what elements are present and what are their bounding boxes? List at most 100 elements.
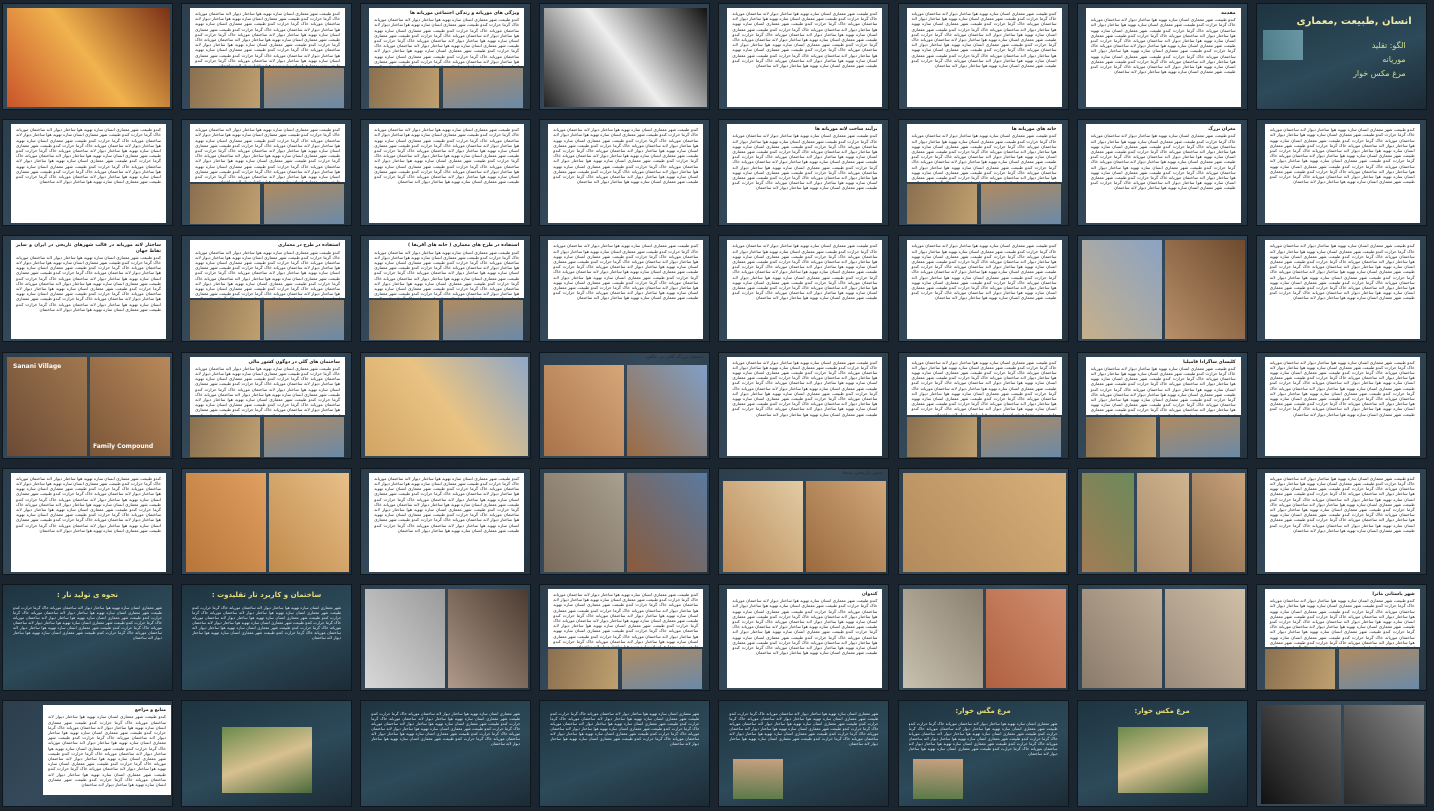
slide-thumbnail-52[interactable]: شهر معماری انسان سازه تهویه هوا ساختار د… [718, 700, 890, 808]
slide-thumbnail-40[interactable]: کندو طبیعت شهر معماری انسان سازه تهویه ه… [2, 467, 173, 575]
slide-thumbnail-45[interactable]: کندو طبیعت شهر معماری انسان سازه تهویه ه… [539, 584, 711, 691]
slide-sorter-grid: انسان ,طبیعت ,معماری الگو: تقلید موریانه مر… [0, 0, 1434, 811]
slide-thumbnail-28[interactable]: کندو طبیعت شهر معماری انسان سازه تهویه ه… [718, 351, 890, 459]
slide-thumbnail-12[interactable]: برآیند ساخت لانه موریانه ها کندو طبیعت شه… [718, 119, 890, 227]
slide-thumbnail-23[interactable]: استفاده در طرح در معماری کندو طبیعت شهر م… [181, 235, 353, 343]
slide-thumbnail-43[interactable] [897, 584, 1069, 691]
slide-body-text: کندو طبیعت شهر معماری انسان سازه تهویه ه… [1090, 133, 1236, 191]
slide-image [190, 68, 261, 108]
slide-photo [806, 480, 887, 572]
slide-thumbnail-22[interactable]: استفاده در طرح های معماری ( خانه های آفر… [360, 235, 532, 343]
slide-thumbnail-34[interactable] [1076, 467, 1248, 575]
slide-thumbnail-49[interactable] [1255, 700, 1427, 808]
slide-thumbnail-30[interactable] [360, 351, 532, 459]
slide-image [443, 68, 524, 108]
slide-thumbnail-41[interactable]: شهر باستانی ماترا کندو طبیعت شهر معماری ا… [1255, 584, 1427, 691]
slide-thumbnail-54[interactable]: شهر معماری انسان سازه تهویه هوا ساختار د… [360, 700, 532, 808]
slide-heading: مسجد بزرگ گلی در مالی [646, 354, 704, 360]
slide-photo [365, 356, 529, 456]
slide-photo [448, 589, 529, 688]
title-decoration [1262, 30, 1303, 60]
slide-photo [186, 472, 267, 572]
slide-body-text: کندو طبیعت شهر معماری انسان سازه تهویه ه… [16, 254, 161, 312]
slide-thumbnail-13[interactable]: کندو طبیعت شهر معماری انسان سازه تهویه ه… [539, 119, 711, 227]
slide-thumbnail-55[interactable] [181, 700, 353, 808]
slide-thumbnail-3[interactable]: کندو طبیعت شهر معماری انسان سازه تهویه ه… [897, 3, 1069, 110]
slide-thumbnail-24[interactable]: ساختار لانه موریانه در قالب شهرهای تاریخ… [2, 235, 173, 343]
slide-photo [544, 8, 708, 107]
slide-thumbnail-11[interactable]: خانه های موریانه ها کندو طبیعت شهر معماری… [897, 119, 1069, 227]
slide-thumbnail-37[interactable] [539, 467, 711, 575]
slide-thumbnail-26[interactable]: کلیسای ساگرادا فامیلیا کندو طبیعت شهر معم… [1076, 351, 1248, 459]
slide-image [1159, 416, 1240, 457]
slide-text-box: کندو طبیعت شهر معماری انسان سازه تهویه ه… [1264, 356, 1420, 456]
slide-thumbnail-25[interactable]: کندو طبیعت شهر معماری انسان سازه تهویه ه… [1255, 351, 1427, 459]
slide-photo [544, 472, 625, 572]
slide-thumbnail-2[interactable]: مقدمه کندو طبیعت شهر معماری انسان سازه ته… [1076, 3, 1248, 110]
slide-thumbnail-31[interactable]: ساختمان های گلی در دوگون کشور مالی کندو ط… [181, 351, 353, 459]
slide-thumbnail-21[interactable]: کندو طبیعت شهر معماری انسان سازه تهویه ه… [539, 235, 711, 343]
slide-thumbnail-33[interactable]: کندو طبیعت شهر معماری انسان سازه تهویه ه… [1255, 467, 1427, 575]
slide-image [1338, 649, 1419, 689]
slide-thumbnail-56[interactable]: منابع و مراجع کندو طبیعت شهر معماری انسان… [2, 700, 173, 808]
slide-thumbnail-17[interactable]: کندو طبیعت شهر معماری انسان سازه تهویه ه… [1255, 235, 1427, 343]
slide-body-text: کندو طبیعت شهر معماری انسان سازه تهویه ه… [1269, 243, 1415, 301]
slide-thumbnail-5[interactable] [539, 3, 711, 110]
slide-body-text: کندو طبیعت شهر معماری انسان سازه تهویه ه… [1090, 365, 1236, 415]
slide-text-heading: استفاده در طرح در معماری [278, 243, 341, 249]
slide-photo [544, 364, 625, 456]
slide-thumbnail-39[interactable] [181, 467, 353, 575]
slide-thumbnail-29[interactable]: مسجد بزرگ گلی در مالی [539, 351, 711, 459]
slide-thumbnail-15[interactable]: کندو طبیعت شهر معماری انسان سازه تهویه ه… [181, 119, 353, 227]
slide-body-text: کندو طبیعت شهر معماری انسان سازه تهویه ه… [374, 17, 520, 66]
slide-thumbnail-42[interactable] [1076, 584, 1248, 691]
slide-thumbnail-20[interactable]: کندو طبیعت شهر معماری انسان سازه تهویه ه… [718, 235, 890, 343]
slide-text-box: کلیسای ساگرادا فامیلیا کندو طبیعت شهر معم… [1085, 356, 1241, 415]
slide-body-text: کندو طبیعت شهر معماری انسان سازه تهویه ه… [732, 243, 878, 301]
slide-thumbnail-10[interactable]: مغزان بزرگ کندو طبیعت شهر معماری انسان سا… [1076, 119, 1248, 227]
slide-text-box: ساختمان های گلی در دوگون کشور مالی کندو ط… [190, 356, 346, 415]
slide-body-text: کندو طبیعت شهر معماری انسان سازه تهویه ه… [553, 592, 699, 647]
slide-thumbnail-18[interactable] [1076, 235, 1248, 343]
slide-thumbnail-36[interactable]: شهر تاریخی صنعا [718, 467, 890, 575]
slide-photo [1136, 472, 1190, 572]
slide-image [264, 300, 345, 341]
slide-photo [902, 472, 1066, 572]
slide-thumbnail-27[interactable]: کندو طبیعت شهر معماری انسان سازه تهویه ه… [897, 351, 1069, 459]
slide-thumbnail-6[interactable]: ویژگی های موریانه و زندگی اجتماعی موریان… [360, 3, 532, 110]
slide-image [369, 300, 440, 341]
slide-body-text: کندو طبیعت شهر معماری انسان سازه تهویه ه… [911, 359, 1057, 415]
slide-thumbnail-19[interactable]: کندو طبیعت شهر معماری انسان سازه تهویه ه… [897, 235, 1069, 343]
slide-subtitle-line: موریانه [1382, 55, 1406, 64]
slide-thumbnail-35[interactable] [897, 467, 1069, 575]
slide-heading: مرغ مکس خوار: [1134, 707, 1190, 716]
slide-thumbnail-50[interactable]: مرغ مکس خوار: [1076, 700, 1248, 808]
slide-thumbnail-8[interactable] [2, 3, 173, 110]
slide-thumbnail-47[interactable]: ساختمان و کاربرد نار تقلیدوت : شهر معماری… [181, 584, 353, 691]
slide-thumbnail-46[interactable] [360, 584, 532, 691]
slide-body-text: کندو طبیعت شهر معماری انسان سازه تهویه ه… [911, 243, 1057, 301]
slide-thumbnail-4[interactable]: کندو طبیعت شهر معماری انسان سازه تهویه ه… [718, 3, 890, 110]
slide-thumbnail-48[interactable]: نحوه ی تولید نار : شهر معماری انسان سازه … [2, 584, 173, 691]
slide-body-text: کندو طبیعت شهر معماری انسان سازه تهویه ه… [1269, 598, 1415, 647]
slide-text-heading: ویژگی های موریانه و زندگی اجتماعی موریان… [409, 11, 520, 16]
slide-body-text: کندو طبیعت شهر معماری انسان سازه تهویه ه… [195, 11, 341, 66]
slide-body-text: کندو طبیعت شهر معماری انسان سازه تهویه ه… [16, 127, 161, 185]
slide-thumbnail-38[interactable]: کندو طبیعت شهر معماری انسان سازه تهویه ه… [360, 467, 532, 575]
slide-body-text: کندو طبیعت شهر معماری انسان سازه تهویه ه… [1090, 17, 1236, 75]
slide-thumbnail-9[interactable]: کندو طبیعت شهر معماری انسان سازه تهویه ه… [1255, 119, 1427, 227]
slide-image [264, 416, 345, 457]
slide-body-text: کندو طبیعت شهر معماری انسان سازه تهویه ه… [195, 127, 341, 183]
slide-text-heading: مقدمه [1221, 11, 1236, 16]
slide-photo [365, 589, 446, 688]
slide-thumbnail-1[interactable]: انسان ,طبیعت ,معماری الگو: تقلید موریانه مر… [1255, 3, 1427, 110]
slide-thumbnail-53[interactable]: شهر معماری انسان سازه تهویه هوا ساختار د… [539, 700, 711, 808]
slide-body-text: کندو طبیعت شهر معماری انسان سازه تهویه ه… [732, 133, 878, 191]
slide-thumbnail-16[interactable]: کندو طبیعت شهر معماری انسان سازه تهویه ه… [2, 119, 173, 227]
slide-thumbnail-32[interactable]: Sanani Village Family Compound [2, 351, 173, 459]
slide-thumbnail-14[interactable]: کندو طبیعت شهر معماری انسان سازه تهویه ه… [360, 119, 532, 227]
slide-thumbnail-7[interactable]: کندو طبیعت شهر معماری انسان سازه تهویه ه… [181, 3, 353, 110]
slide-thumbnail-51[interactable]: مرغ مگس خوار: شهر معماری انسان سازه تهویه… [897, 700, 1069, 808]
slide-thumbnail-44[interactable]: کندوان کندو طبیعت شهر معماری انسان سازه ت… [718, 584, 890, 691]
hummingbird-photo [1117, 727, 1208, 794]
